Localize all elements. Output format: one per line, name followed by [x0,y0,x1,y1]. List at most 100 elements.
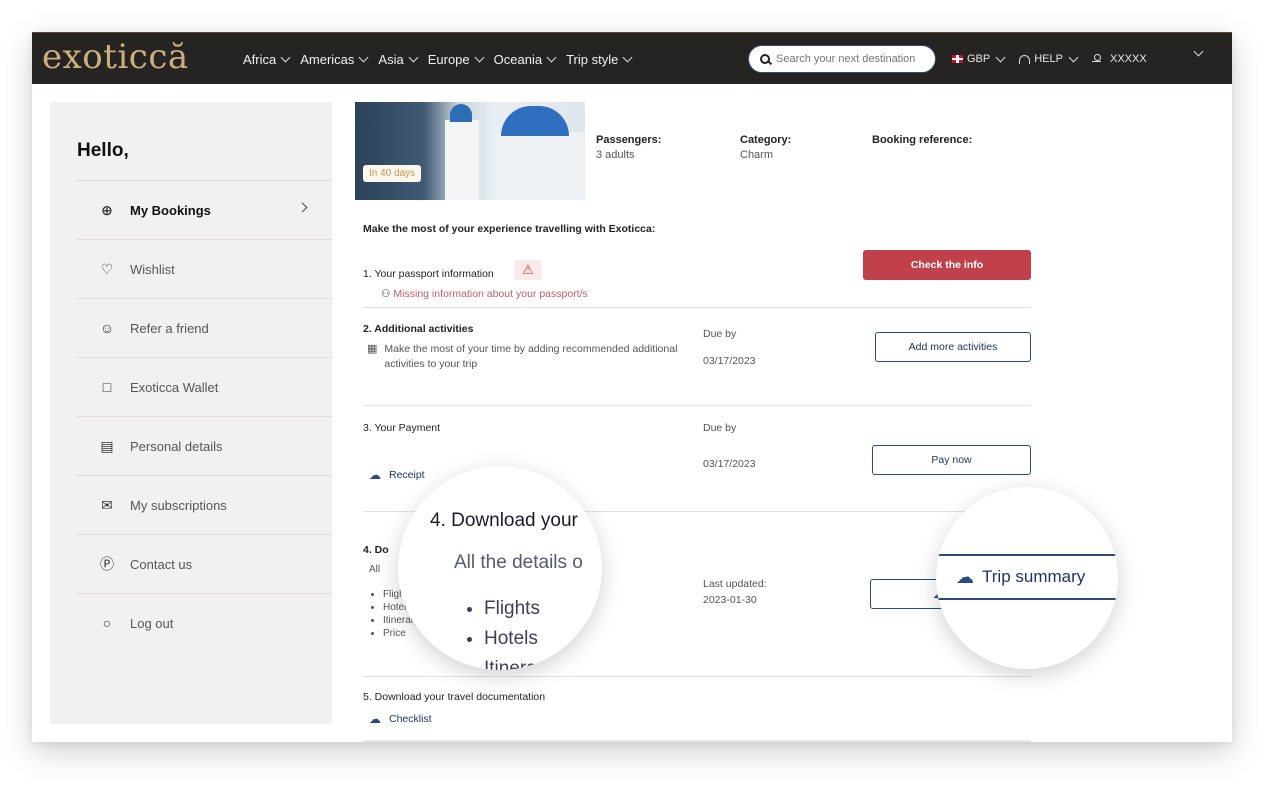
nav-europe[interactable]: Europe [428,52,485,67]
last-updated-label: Last updated: [703,578,767,590]
step-activities: 2. Additional activities ▦ Make the most… [363,308,1031,406]
chevron-down-icon [622,52,633,62]
description-text: Make the most of your time by adding rec… [384,343,678,370]
account-nav: GBP HELP XXXXX [952,33,1147,85]
user-menu-chevron-icon[interactable] [1193,46,1204,57]
nav-asia[interactable]: Asia [378,51,419,67]
nav-oceania[interactable]: Oceania [494,52,557,67]
passport-warning: ⚇ Missing information about your passpor… [381,288,588,300]
magnified-description: All the details o [454,552,583,573]
sidebar-item-subscriptions[interactable]: ✉ My subscriptions [76,475,332,534]
id-card-icon: ▤ [100,437,114,454]
magnifier-trip-summary: ☁ Trip summary [936,487,1118,669]
sidebar-item-refer-a-friend[interactable]: ☺ Refer a friend [76,298,332,357]
user-icon [1091,54,1102,64]
trip-photo: In 40 days [355,102,585,200]
due-label: Due by [703,328,737,340]
download-description: All [369,564,381,575]
category-label: Category: [740,134,792,146]
list-item: Itinerary [484,654,553,670]
sidebar-item-my-bookings[interactable]: ⊕ My Bookings [76,180,332,239]
step-title: 2. Additional activities [363,323,474,335]
sidebar-item-label: Contact us [130,556,193,572]
nav-trip-style[interactable]: Trip style [566,52,633,67]
uk-flag-icon [952,55,963,63]
cloud-download-icon: ☁ [956,566,974,587]
nav-label: Trip style [566,51,619,67]
nav-label: Europe [427,51,470,67]
receipt-label: Receipt [389,469,425,481]
chevron-down-icon [474,52,485,62]
sidebar-menu: ⊕ My Bookings ♡ Wishlist ☺ Refer a frien… [76,180,332,652]
pay-now-button[interactable]: Pay now [872,445,1031,475]
sidebar-item-contact-us[interactable]: Ⓟ Contact us [76,534,332,593]
checklist-link[interactable]: ☁ Checklist [369,712,432,726]
photo-blue-dome [501,106,569,136]
mail-icon: ✉ [101,496,113,513]
list-item: Price [383,627,419,640]
user-menu[interactable]: XXXXX [1091,53,1147,65]
cloud-download-icon: ☁ [369,468,381,482]
browser-window: exoticcă Africa Americas Asia Europe Oce… [32,32,1232,742]
receipt-link[interactable]: ☁ Receipt [369,468,425,482]
step-passport: 1. Your passport information ⚠ ⚇ Missing… [363,248,1031,308]
sidebar-item-log-out[interactable]: ○ Log out [76,593,332,652]
ticket-icon: ▦ [367,343,378,355]
warning-icon: ⚠ [515,260,541,280]
nav-label: Asia [378,51,404,67]
due-label: Due by [703,422,737,434]
nav-americas[interactable]: Americas [300,52,369,67]
checklist-label: Checklist [389,713,432,725]
sidebar-item-wishlist[interactable]: ♡ Wishlist [76,239,332,298]
booking-reference-label: Booking reference: [872,134,973,146]
check-info-button[interactable]: Check the info [863,250,1031,280]
nav-africa[interactable]: Africa [243,52,291,67]
currency-selector[interactable]: GBP [952,52,1006,65]
nav-label: Oceania [493,51,543,67]
passengers-label: Passengers: [596,134,662,146]
button-label: Trip summary [982,567,1086,586]
people-icon: ⚇ [381,288,391,300]
account-sidebar: Hello, ⊕ My Bookings ♡ Wishlist ☺ Refer … [50,102,332,724]
add-activities-button[interactable]: Add more activities [875,332,1031,362]
chevron-down-icon [408,52,419,62]
help-menu[interactable]: HELP [1019,52,1079,65]
wallet-icon: □ [102,379,112,395]
exoticca-logo[interactable]: exoticcă [42,37,189,77]
booking-reference-info: Booking reference: [872,134,972,146]
category-value: Charm [740,149,774,161]
search-box [748,45,936,73]
top-navigation: exoticcă Africa Americas Asia Europe Oce… [32,32,1232,84]
chevron-down-icon [1068,52,1079,62]
due-date: 03/17/2023 [703,458,756,470]
category-info: Category: Charm [740,134,791,161]
last-updated-value: 2023-01-30 [703,594,757,606]
chevron-down-icon [358,52,369,62]
sidebar-item-wallet[interactable]: □ Exoticca Wallet [76,357,332,416]
greeting: Hello, [77,140,129,161]
sidebar-item-personal-details[interactable]: ▤ Personal details [76,416,332,475]
chevron-down-icon [995,52,1006,62]
magnified-step-title: 4. Download your [430,510,578,531]
cloud-download-icon: ☁ [369,712,381,726]
chevron-down-icon [546,52,557,62]
sidebar-item-label: Wishlist [130,261,175,277]
magnifier-download-details: 4. Download your All the details o Fligh… [398,466,602,670]
chevron-right-icon [297,202,308,213]
search-input[interactable] [776,53,926,65]
days-until-trip-badge: In 40 days [363,165,422,182]
activities-description: ▦ Make the most of your time by adding r… [367,342,697,372]
magnified-trip-summary-button[interactable]: ☁ Trip summary [936,554,1118,600]
step-title: 5. Download your travel documentation [363,691,546,703]
due-date: 03/17/2023 [703,355,756,367]
warning-text: Missing information about your passport/… [393,288,588,300]
sidebar-item-label: Personal details [130,438,223,454]
search-icon [760,54,770,64]
add-user-icon: ☺ [99,320,115,336]
list-item: Hotels [484,624,553,654]
sidebar-item-label: My subscriptions [130,497,227,513]
sidebar-item-label: Log out [130,615,174,631]
intro-text: Make the most of your experience travell… [363,223,656,235]
photo-bell-tower [445,120,479,200]
list-item: Flights [484,594,553,624]
